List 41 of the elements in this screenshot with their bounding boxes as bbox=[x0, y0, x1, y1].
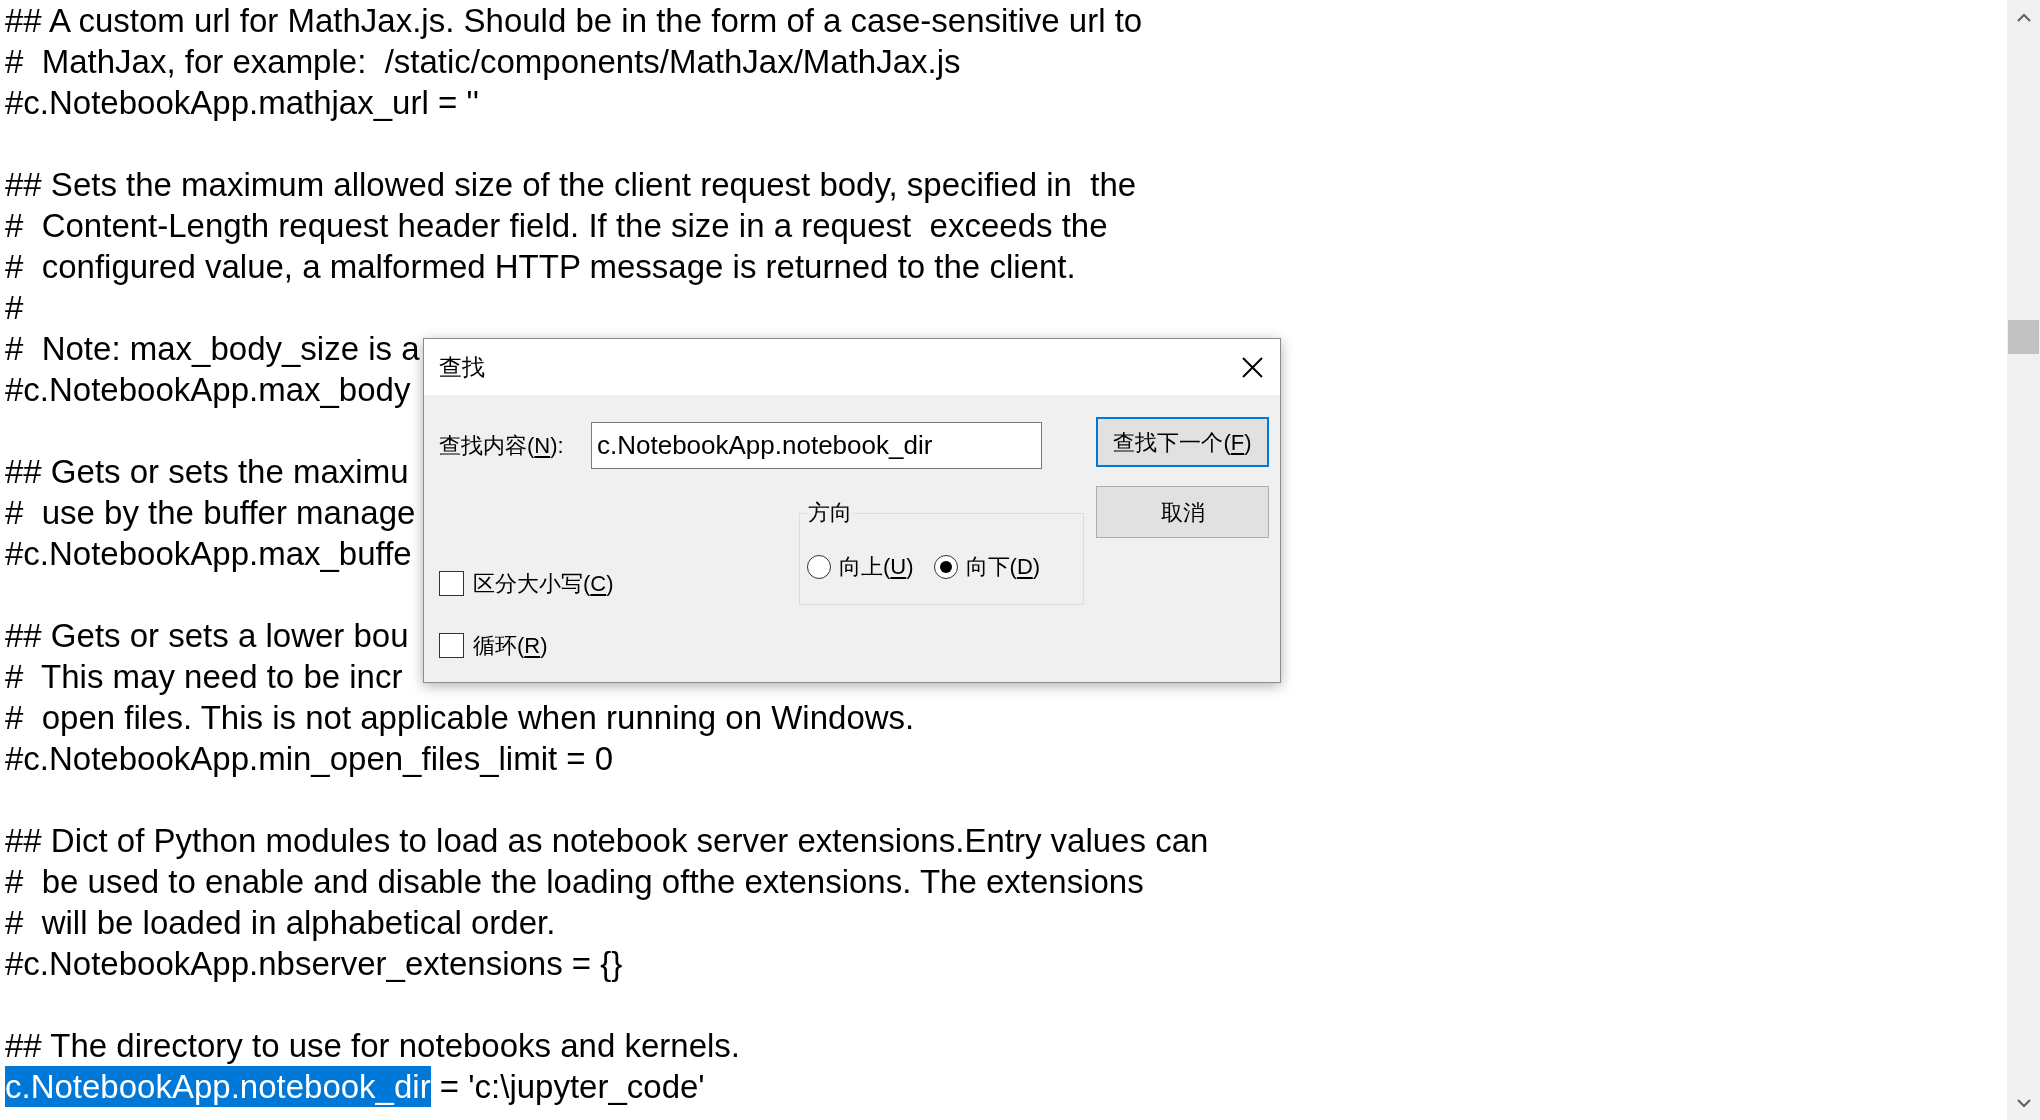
code-line: # will be loaded in alphabetical order. bbox=[5, 904, 556, 941]
radio-label: 向下(D) bbox=[965, 553, 1041, 581]
code-line: # This may need to be incr bbox=[5, 658, 403, 695]
dialog-title: 查找 bbox=[439, 353, 485, 382]
find-label: 查找内容(N): bbox=[439, 431, 565, 460]
code-line: ## Dict of Python modules to load as notebook server extensions.Entry values can bbox=[5, 822, 1209, 859]
code-line: # be used to enable and disable the loading ofthe extensions. The extensions bbox=[5, 863, 1144, 900]
code-line: ## Gets or sets the maximu bbox=[5, 453, 409, 490]
code-line: #c.NotebookApp.mathjax_url = '' bbox=[5, 84, 479, 121]
code-line: # Note: max_body_size is a bbox=[5, 330, 420, 367]
code-line: # open files. This is not applicable when running on Windows. bbox=[5, 699, 915, 736]
code-line: ## Gets or sets a lower bou bbox=[5, 617, 409, 654]
code-line: #c.NotebookApp.nbserver_extensions = {} bbox=[5, 945, 623, 982]
code-line: #c.NotebookApp.max_body bbox=[5, 371, 411, 408]
radio-button[interactable] bbox=[933, 555, 958, 579]
code-line: # configured value, a malformed HTTP message is returned to the client. bbox=[5, 248, 1076, 285]
code-line: ## A custom url for MathJax.js. Should be in the form of a case-sensitive url to bbox=[5, 2, 1143, 39]
code-line: # Content-Length request header field. If the size in a request exceeds the bbox=[5, 207, 1108, 244]
group-label: 方向 bbox=[807, 499, 853, 527]
close-icon bbox=[1241, 356, 1263, 378]
code-line: #c.NotebookApp.max_buffe bbox=[5, 535, 412, 572]
code-line: # use by the buffer manage bbox=[5, 494, 416, 531]
code-text: = 'c:\jupyter_code' bbox=[438, 1067, 705, 1107]
selected-text: c.NotebookApp.notebook_dir bbox=[5, 1066, 431, 1107]
checkbox-label: 区分大小写(C) bbox=[473, 569, 614, 598]
code-line: #c.NotebookApp.min_open_files_limit = 0 bbox=[5, 740, 614, 777]
chevron-down-icon bbox=[2016, 1098, 2031, 1108]
code-line: ## The directory to use for notebooks and kernels. bbox=[5, 1027, 740, 1064]
code-line: # MathJax, for example: /static/components/MathJax/MathJax.js bbox=[5, 43, 961, 80]
scrollbar-thumb[interactable] bbox=[2008, 320, 2039, 354]
code-line: ## Sets the maximum allowed size of the client request body, specified in the bbox=[5, 166, 1137, 203]
radio-button[interactable] bbox=[807, 555, 831, 579]
checkbox[interactable] bbox=[439, 571, 464, 596]
dialog-button[interactable]: 取消 bbox=[1096, 486, 1269, 538]
checkbox[interactable] bbox=[439, 633, 464, 658]
chevron-up-icon bbox=[2016, 12, 2031, 22]
find-input[interactable]: c.NotebookApp.notebook_dir bbox=[591, 422, 1042, 469]
checkbox-label: 循环(R) bbox=[473, 631, 548, 660]
radio-label: 向上(U) bbox=[839, 553, 914, 581]
code-line: # bbox=[5, 289, 24, 326]
dialog-button[interactable]: 查找下一个(F) bbox=[1096, 417, 1269, 467]
